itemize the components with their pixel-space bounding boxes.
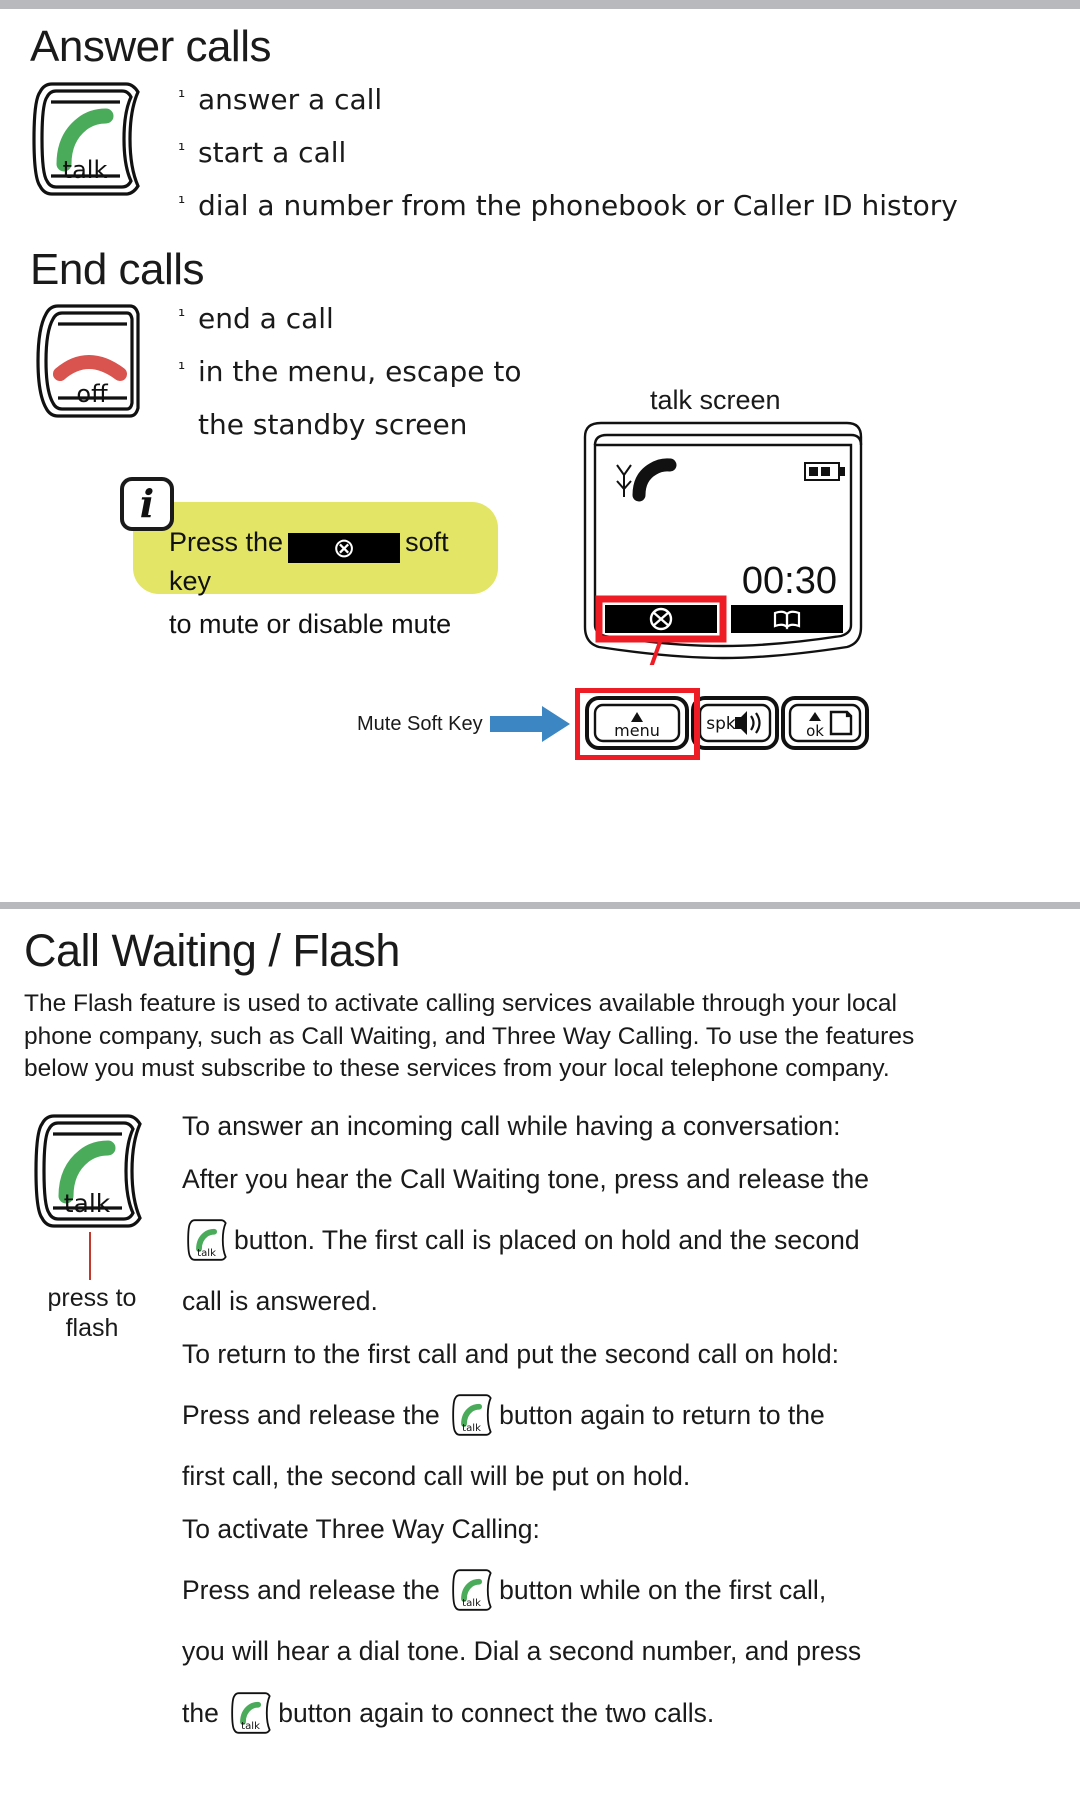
bullet-text: dial a number from the phonebook or Call… bbox=[198, 189, 958, 223]
talk-key-inline: talk bbox=[451, 1568, 495, 1612]
instruction-line: first call, the second call will be put … bbox=[182, 1461, 691, 1491]
instruction-text: Press and release the bbox=[182, 1575, 440, 1605]
talk-key-illustration-flash: talk bbox=[32, 1110, 150, 1232]
talk-key-inline: talk bbox=[451, 1393, 495, 1437]
instruction-line: To activate Three Way Calling: bbox=[182, 1513, 540, 1544]
talk-screen-illustration: 00:30 bbox=[565, 415, 875, 665]
end-calls-heading: End calls bbox=[30, 245, 205, 294]
instruction-text: Press and release the bbox=[182, 1400, 440, 1430]
svg-text:talk: talk bbox=[197, 1248, 216, 1259]
bullet-mark: ¹ bbox=[178, 306, 186, 327]
bullet-text: end a call bbox=[198, 302, 334, 335]
section-divider bbox=[0, 902, 1080, 909]
instruction-text: the bbox=[182, 1697, 219, 1728]
call-waiting-instructions: To answer an incoming call while having … bbox=[182, 1113, 972, 1761]
instruction-text: button while on the first call, bbox=[499, 1575, 827, 1605]
instruction-line: call is answered. bbox=[182, 1286, 378, 1316]
svg-text:ok: ok bbox=[806, 722, 824, 740]
instruction-text: button. The first call is placed on hold… bbox=[234, 1225, 860, 1255]
info-icon: i bbox=[120, 477, 174, 531]
svg-text:talk: talk bbox=[64, 1189, 111, 1218]
pointer-arrow bbox=[490, 704, 572, 744]
mute-callout-text: Press the ⊗ soft key to mute or disable mu… bbox=[133, 502, 498, 664]
list-item: ¹ in the menu, escape to bbox=[178, 355, 521, 388]
call-waiting-heading: Call Waiting / Flash bbox=[24, 925, 400, 976]
svg-text:off: off bbox=[76, 380, 108, 408]
instruction-line: After you hear the Call Waiting tone, pr… bbox=[182, 1163, 869, 1194]
callout-line1-before: Press the bbox=[169, 527, 284, 557]
off-key-illustration: off bbox=[30, 300, 148, 422]
instruction-line: talk button. The first call is placed on… bbox=[182, 1218, 972, 1262]
svg-text:talk: talk bbox=[462, 1598, 481, 1609]
list-item: ¹ answer a call bbox=[178, 83, 958, 116]
instruction-line: Press and release the talk button while … bbox=[182, 1568, 972, 1612]
svg-text:00:30: 00:30 bbox=[742, 560, 837, 602]
callout-line2: to mute or disable mute bbox=[169, 609, 452, 640]
top-divider bbox=[0, 0, 1080, 9]
hardware-button-row: menu spk ok bbox=[575, 688, 875, 760]
press-to-flash-line2: flash bbox=[65, 1314, 119, 1342]
list-item: the standby screen bbox=[178, 408, 521, 441]
bullet-text: answer a call bbox=[198, 83, 383, 116]
list-item: ¹ start a call bbox=[178, 136, 958, 169]
bullet-mark: ¹ bbox=[178, 193, 186, 215]
instruction-line: Press and release the talk button again … bbox=[182, 1393, 972, 1437]
bullet-mark: ¹ bbox=[178, 87, 186, 108]
bullet-mark: ¹ bbox=[178, 140, 186, 162]
call-waiting-intro: The Flash feature is used to activate ca… bbox=[24, 990, 915, 1083]
talk-screen-label: talk screen bbox=[650, 385, 781, 415]
instruction-line: To answer an incoming call while having … bbox=[182, 1111, 841, 1141]
press-to-flash-line1: press to bbox=[47, 1284, 137, 1312]
list-item: ¹ dial a number from the phonebook or Ca… bbox=[178, 189, 958, 222]
mute-icon-inline: ⊗ bbox=[288, 533, 401, 563]
talk-key-inline: talk bbox=[186, 1218, 230, 1262]
answer-calls-bullets: ¹ answer a call ¹ start a call ¹ dial a … bbox=[178, 83, 958, 242]
list-item: ¹ end a call bbox=[178, 302, 521, 335]
talk-key-illustration-answer: talk bbox=[30, 78, 148, 200]
svg-text:menu: menu bbox=[614, 721, 660, 740]
svg-text:talk: talk bbox=[462, 1423, 481, 1434]
bullet-text: the standby screen bbox=[198, 408, 468, 442]
bullet-text: start a call bbox=[198, 136, 347, 170]
talk-key-inline: talk bbox=[230, 1691, 274, 1735]
instruction-text: button again to connect the two calls. bbox=[278, 1697, 715, 1728]
bullet-text: in the menu, escape to bbox=[198, 355, 522, 389]
bullet-mark: ¹ bbox=[178, 359, 186, 381]
answer-calls-heading: Answer calls bbox=[30, 22, 271, 71]
svg-text:spk: spk bbox=[706, 714, 736, 734]
instruction-line: To return to the first call and put the … bbox=[182, 1338, 840, 1369]
instruction-line: the talk button again to connect the two… bbox=[182, 1691, 972, 1735]
instruction-line: you will hear a dial tone. Dial a second… bbox=[182, 1636, 862, 1666]
svg-text:talk: talk bbox=[63, 156, 108, 184]
mute-soft-key-label: Mute Soft Key bbox=[357, 713, 483, 735]
svg-text:talk: talk bbox=[241, 1721, 260, 1732]
mute-callout: Press the ⊗ soft key to mute or disable mu… bbox=[133, 502, 498, 639]
end-calls-bullets: ¹ end a call ¹ in the menu, escape to th… bbox=[178, 302, 521, 461]
press-to-flash-caption: press to flash bbox=[7, 1283, 177, 1343]
manual-page: Answer calls talk ¹ answer a call ¹ star… bbox=[0, 0, 1080, 1808]
instruction-text: button again to return to the bbox=[499, 1400, 825, 1430]
flash-leader-line bbox=[89, 1232, 91, 1280]
